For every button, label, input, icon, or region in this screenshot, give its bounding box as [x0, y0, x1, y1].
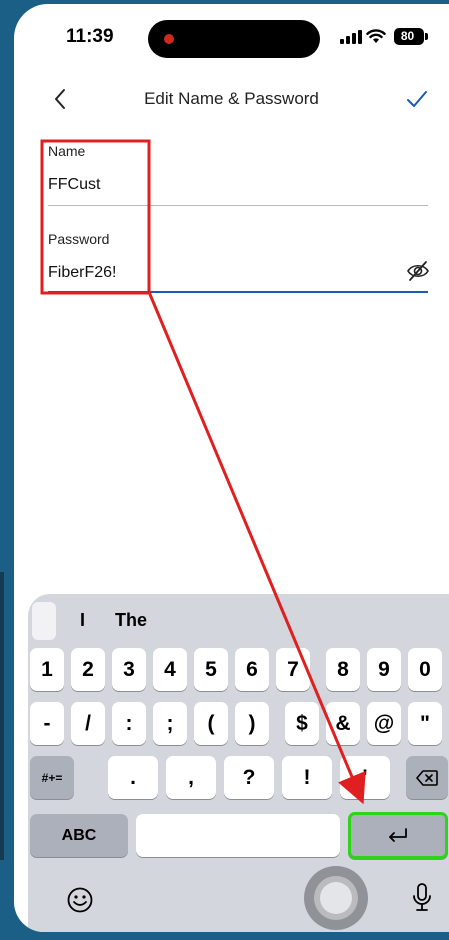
key-5[interactable]: 5: [194, 648, 228, 691]
microphone-icon[interactable]: [410, 882, 434, 914]
key-4[interactable]: 4: [153, 648, 187, 691]
recording-indicator-icon: [164, 34, 174, 44]
delete-key[interactable]: [406, 756, 448, 799]
key-close-paren[interactable]: ): [235, 702, 269, 745]
frame-bottom: [0, 932, 449, 940]
key-1[interactable]: 1: [30, 648, 64, 691]
phone-screen: 11:39 80 Edit Name & Password Name FFCus…: [14, 4, 449, 932]
password-input[interactable]: FiberF26!: [48, 264, 116, 282]
eye-slash-icon[interactable]: [406, 260, 430, 282]
key-period[interactable]: .: [108, 756, 158, 799]
key-ampersand[interactable]: &: [326, 702, 360, 745]
assistive-touch-button[interactable]: [304, 866, 368, 930]
wifi-icon: [366, 29, 386, 43]
return-key[interactable]: [348, 812, 448, 859]
abc-key[interactable]: ABC: [30, 814, 128, 857]
keyboard: I The 1 2 3 4 5 6 7 8 9 0 - / : ; ( ) $ …: [28, 594, 449, 932]
key-2[interactable]: 2: [71, 648, 105, 691]
key-6[interactable]: 6: [235, 648, 269, 691]
signal-icon: [340, 30, 362, 44]
status-time: 11:39: [66, 26, 114, 47]
suggestion-item[interactable]: The: [115, 610, 147, 631]
frame-left-accent: [0, 572, 4, 860]
page-title: Edit Name & Password: [144, 89, 319, 108]
suggestion-item[interactable]: I: [80, 610, 85, 631]
key-quote[interactable]: ": [408, 702, 442, 745]
key-question[interactable]: ?: [224, 756, 274, 799]
key-colon[interactable]: :: [112, 702, 146, 745]
key-3[interactable]: 3: [112, 648, 146, 691]
backspace-icon: [416, 769, 438, 786]
key-semicolon[interactable]: ;: [153, 702, 187, 745]
key-exclamation[interactable]: !: [282, 756, 332, 799]
battery-tip: [425, 33, 428, 40]
checkmark-icon[interactable]: [404, 86, 430, 112]
name-input[interactable]: FFCust: [48, 176, 100, 194]
key-7[interactable]: 7: [276, 648, 310, 691]
password-underline: [48, 291, 428, 293]
password-label: Password: [48, 231, 110, 247]
key-comma[interactable]: ,: [166, 756, 216, 799]
key-hyphen[interactable]: -: [30, 702, 64, 745]
key-0[interactable]: 0: [408, 648, 442, 691]
dynamic-island: [148, 20, 320, 58]
name-label: Name: [48, 143, 86, 159]
key-8[interactable]: 8: [326, 648, 360, 691]
battery-level: 80: [400, 29, 415, 43]
emoji-icon[interactable]: [66, 886, 94, 914]
key-symbols-toggle[interactable]: #+=: [30, 756, 74, 799]
suggestion-placeholder[interactable]: [32, 602, 56, 640]
name-underline: [48, 205, 428, 206]
key-apostrophe[interactable]: ': [340, 756, 390, 799]
space-key[interactable]: [136, 814, 340, 857]
return-icon: [389, 827, 407, 842]
key-at[interactable]: @: [367, 702, 401, 745]
key-open-paren[interactable]: (: [194, 702, 228, 745]
battery-icon: 80: [394, 28, 424, 45]
key-slash[interactable]: /: [71, 702, 105, 745]
key-9[interactable]: 9: [367, 648, 401, 691]
key-dollar[interactable]: $: [285, 702, 319, 745]
